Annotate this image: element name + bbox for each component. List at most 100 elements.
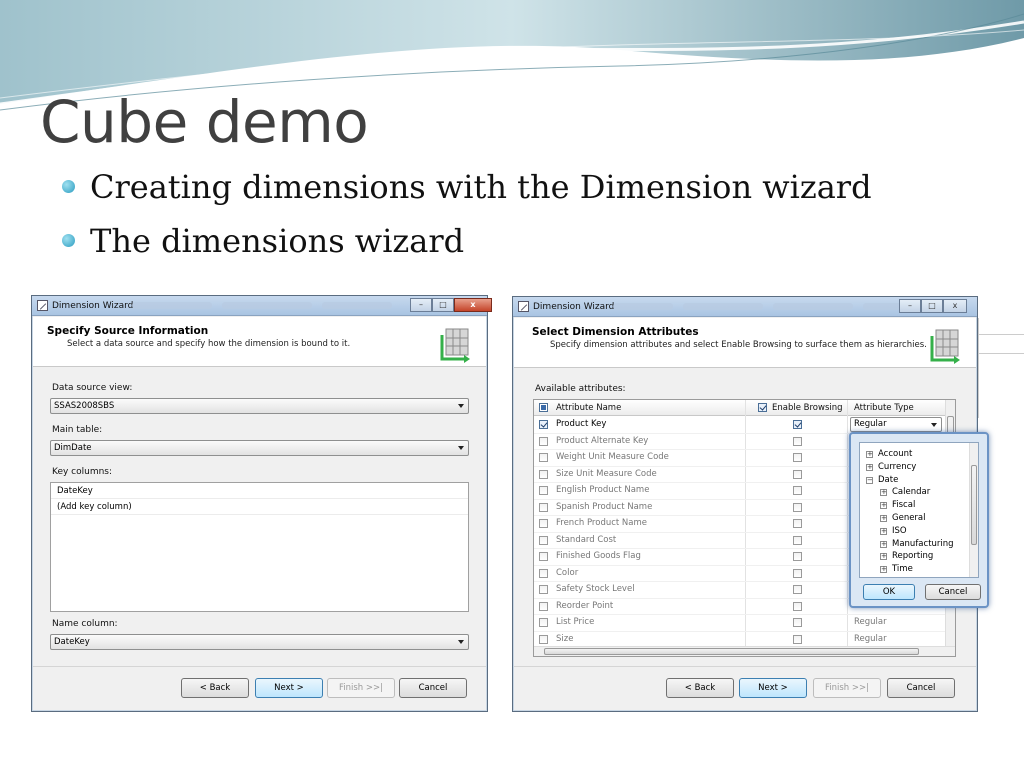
key-columns-list[interactable]: DateKey (Add key column) [50,482,469,612]
enable-browsing-checkbox[interactable] [793,469,802,479]
enable-browsing-checkbox[interactable] [793,436,802,446]
attribute-select-checkbox[interactable] [539,436,548,446]
list-item[interactable]: DateKey [51,483,468,499]
finish-button[interactable]: Finish >>| [813,678,881,698]
attribute-select-checkbox[interactable] [539,502,548,512]
enable-browsing-checkbox[interactable] [793,420,802,429]
chevron-down-icon [931,423,937,427]
cancel-button[interactable]: Cancel [399,678,467,698]
enable-browsing-checkbox[interactable] [793,535,802,545]
column-header-attribute-name[interactable]: Attribute Name [556,400,621,416]
attribute-select-checkbox[interactable] [539,469,548,479]
scrollbar-thumb[interactable] [544,648,919,655]
expand-icon[interactable]: + [880,502,887,510]
tree-node-label: Reporting [892,551,934,562]
enable-browsing-checkbox[interactable] [793,453,802,462]
expand-icon[interactable]: + [880,489,887,497]
minimize-icon[interactable]: – [410,298,432,312]
enable-browsing-checkbox[interactable] [793,585,802,594]
horizontal-scrollbar[interactable] [534,646,955,656]
title-bar[interactable]: Dimension Wizard – □ x [513,297,977,317]
chevron-down-icon [458,446,464,450]
maximize-icon[interactable]: □ [432,298,454,312]
expand-icon[interactable]: + [880,553,887,561]
name-column-combo[interactable]: DateKey [50,634,469,650]
maximize-icon[interactable]: □ [921,299,943,313]
bullet-item: The dimensions wizard [62,220,872,274]
attribute-select-checkbox[interactable] [539,585,548,594]
attribute-name: French Product Name [556,518,648,528]
attribute-select-checkbox[interactable] [539,420,548,429]
attribute-type-tree[interactable]: + Account + Currency − Date + Calendar + Fiscal + G… [859,442,979,578]
minimize-icon[interactable]: – [899,299,921,313]
list-item[interactable]: (Add key column) [51,499,468,515]
table-row[interactable]: List Price Regular [534,615,955,632]
next-button[interactable]: Next > [255,678,323,698]
attribute-name: Color [556,567,579,578]
enable-browsing-checkbox[interactable] [793,634,802,644]
attribute-select-checkbox[interactable] [539,634,548,644]
close-icon[interactable]: x [454,298,492,312]
attribute-name: English Product Name [556,485,650,495]
attribute-name: Finished Goods Flag [556,551,641,561]
collapse-icon[interactable]: − [866,476,873,484]
enable-browsing-checkbox[interactable] [793,552,802,561]
finish-button[interactable]: Finish >>| [327,678,395,698]
attribute-type: Regular [854,617,887,627]
tree-node-label: Date [878,474,899,485]
next-button[interactable]: Next > [739,678,807,698]
header-title: Select Dimension Attributes [532,326,699,338]
column-header-enable-browsing[interactable]: Enable Browsing [772,400,843,416]
tree-node-label: Time [892,564,913,575]
tree-node-label: Fiscal [892,500,916,511]
cancel-button[interactable]: Cancel [887,678,955,698]
dimension-wizard-source-window: Dimension Wizard – □ x Specify Source In… [31,295,492,712]
enable-browsing-checkbox[interactable] [793,486,802,495]
expand-icon[interactable]: + [880,515,887,522]
data-source-combo[interactable]: SSAS2008SBS [50,398,469,414]
attribute-name: Product Key [556,419,607,429]
browse-all-checkbox[interactable] [758,403,767,412]
close-icon[interactable]: x [943,299,967,313]
chevron-down-icon [458,404,464,408]
attribute-select-checkbox[interactable] [539,519,548,528]
enable-browsing-checkbox[interactable] [793,502,802,512]
attribute-name: Product Alternate Key [556,435,649,446]
expand-icon[interactable]: + [866,463,873,471]
scrollbar-thumb[interactable] [971,465,977,545]
popup-ok-button[interactable]: OK [863,584,915,600]
enable-browsing-checkbox[interactable] [793,568,802,578]
back-button[interactable]: < Back [666,678,734,698]
expand-icon[interactable]: + [866,451,873,458]
title-bar[interactable]: Dimension Wizard – □ x [32,296,492,316]
bullet-list: Creating dimensions with the Dimension w… [62,166,872,274]
attribute-type-combo[interactable]: Regular [850,417,942,432]
enable-browsing-checkbox[interactable] [793,601,802,611]
tree-node-label: Calendar [892,487,931,498]
attribute-name: Reorder Point [556,600,614,611]
enable-browsing-checkbox[interactable] [793,618,802,627]
attribute-select-checkbox[interactable] [539,535,548,545]
back-button[interactable]: < Back [181,678,249,698]
expand-icon[interactable]: + [880,566,887,574]
expand-icon[interactable]: + [880,527,887,535]
attribute-name: List Price [556,617,595,627]
attribute-select-checkbox[interactable] [539,486,548,495]
vertical-scrollbar[interactable] [969,443,978,577]
attribute-select-checkbox[interactable] [539,601,548,611]
attribute-select-checkbox[interactable] [539,552,548,561]
dimension-cube-icon [930,329,960,364]
attribute-select-checkbox[interactable] [539,618,548,627]
expand-icon[interactable]: + [880,540,887,548]
main-table-combo[interactable]: DimDate [50,440,469,456]
main-table-label: Main table: [52,425,103,435]
window-title: Dimension Wizard [52,301,134,311]
column-header-attribute-type[interactable]: Attribute Type [854,400,914,416]
enable-browsing-checkbox[interactable] [793,519,802,528]
select-all-checkbox[interactable] [539,403,548,412]
bullet-dot-icon [62,180,75,193]
popup-cancel-button[interactable]: Cancel [925,584,981,600]
tree-node-label: General [892,513,926,523]
attribute-select-checkbox[interactable] [539,453,548,462]
attribute-select-checkbox[interactable] [539,568,548,578]
